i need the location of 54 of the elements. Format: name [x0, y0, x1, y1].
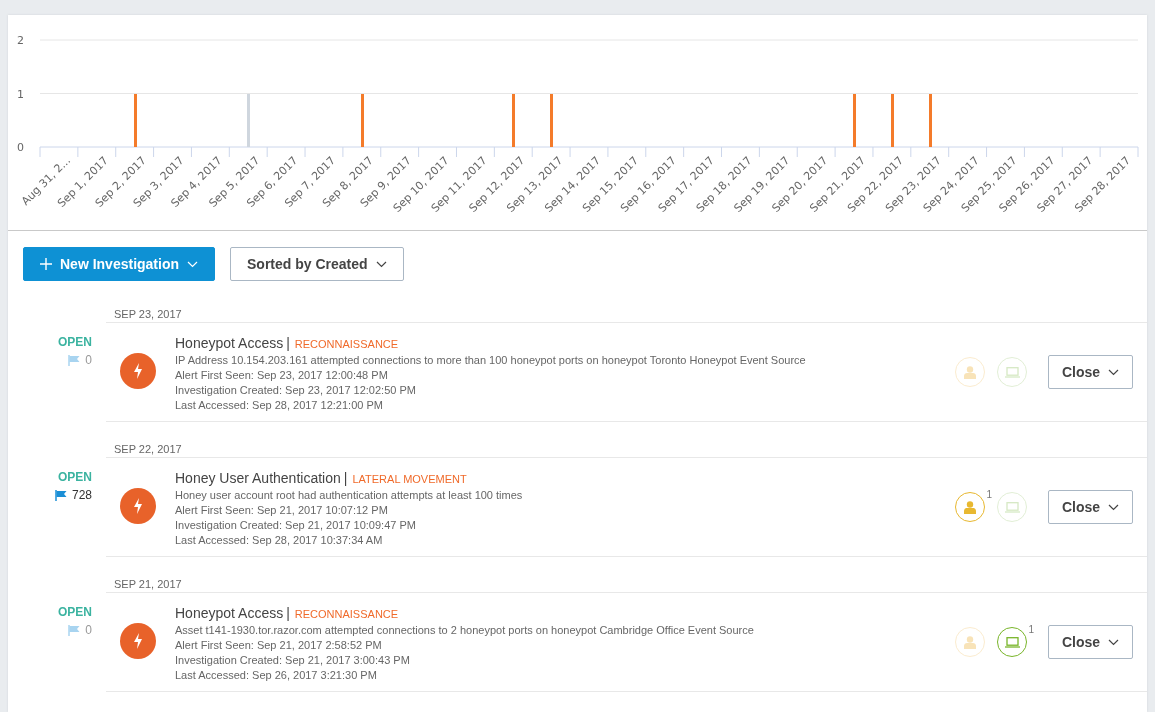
- close-dropdown[interactable]: Close: [1048, 355, 1133, 389]
- close-dropdown[interactable]: Close: [1048, 625, 1133, 659]
- laptop-icon: [1004, 501, 1020, 513]
- investigation-title[interactable]: Honey User Authentication: [175, 470, 341, 486]
- first-seen-text: Alert First Seen: Sep 21, 2017 10:07:12 PM: [175, 503, 389, 518]
- y-axis-label: 0: [17, 141, 24, 154]
- person-icon: [964, 365, 976, 379]
- plus-icon: [40, 258, 52, 270]
- caret-icon: [1108, 638, 1120, 646]
- status-label: OPEN: [57, 605, 92, 619]
- alert-icon: [120, 353, 156, 389]
- category-tag: LATERAL MOVEMENT: [352, 473, 467, 485]
- description: Honey user account root had authentication attempts at least 100 times: [175, 488, 524, 503]
- investigation-title[interactable]: Honeypot Access: [175, 335, 284, 351]
- flag-count: 0: [85, 623, 92, 637]
- status-label: OPEN: [57, 335, 92, 349]
- created-text: Investigation Created: Sep 21, 2017 3:00:43 PM: [175, 653, 411, 668]
- sort-dropdown[interactable]: Sorted by Created: [230, 247, 404, 281]
- separator: |: [286, 335, 290, 351]
- description: Asset t141-1930.tor.razor.com attempted connections to 2 honeypot ports on honeypot Cambridge Office Event Source: [175, 623, 755, 638]
- description: IP Address 10.154.203.161 attempted connections to more than 100 honeypot ports on honeypot Toronto Honeypot Event Source: [175, 353, 807, 368]
- first-seen-text: Alert First Seen: Sep 23, 2017 12:00:48 PM: [175, 368, 389, 383]
- close-dropdown[interactable]: Close: [1048, 490, 1133, 524]
- badge-count: 1: [986, 489, 992, 500]
- category-tag: RECONNAISSANCE: [294, 608, 399, 620]
- date-header: SEP 23, 2017: [106, 307, 1147, 323]
- y-axis-label: 1: [17, 87, 24, 101]
- caret-icon: [375, 260, 387, 268]
- date-header: SEP 21, 2017: [106, 577, 1147, 593]
- person-icon: [964, 635, 976, 649]
- flag-count: 0: [85, 353, 92, 367]
- status-label: OPEN: [57, 470, 92, 484]
- last-accessed-text: Last Accessed: Sep 26, 2017 3:21:30 PM: [175, 668, 378, 683]
- date-header: SEP 22, 2017: [106, 442, 1147, 458]
- created-text: Investigation Created: Sep 21, 2017 10:09:47 PM: [175, 518, 417, 533]
- category-tag: RECONNAISSANCE: [294, 338, 399, 350]
- caret-icon: [1108, 368, 1120, 376]
- caret-icon: [187, 260, 199, 268]
- last-accessed-text: Last Accessed: Sep 28, 2017 12:21:00 PM: [175, 398, 384, 413]
- separator: |: [343, 470, 348, 486]
- first-seen-text: Alert First Seen: Sep 21, 2017 2:58:52 PM: [175, 638, 383, 653]
- separator: |: [286, 605, 290, 621]
- created-text: Investigation Created: Sep 23, 2017 12:02:50 PM: [175, 383, 417, 398]
- y-axis-label: 2: [17, 34, 24, 47]
- alert-icon: [120, 488, 156, 524]
- alert-icon: [120, 623, 156, 659]
- person-icon: [964, 500, 976, 514]
- laptop-icon: [1004, 636, 1020, 648]
- badge-count: 1: [1028, 624, 1034, 635]
- last-accessed-text: Last Accessed: Sep 28, 2017 10:37:34 AM: [175, 533, 384, 548]
- investigation-title[interactable]: Honeypot Access: [175, 605, 284, 621]
- caret-icon: [1108, 503, 1120, 511]
- laptop-icon: [1004, 366, 1020, 378]
- flag-count: 728: [71, 488, 92, 502]
